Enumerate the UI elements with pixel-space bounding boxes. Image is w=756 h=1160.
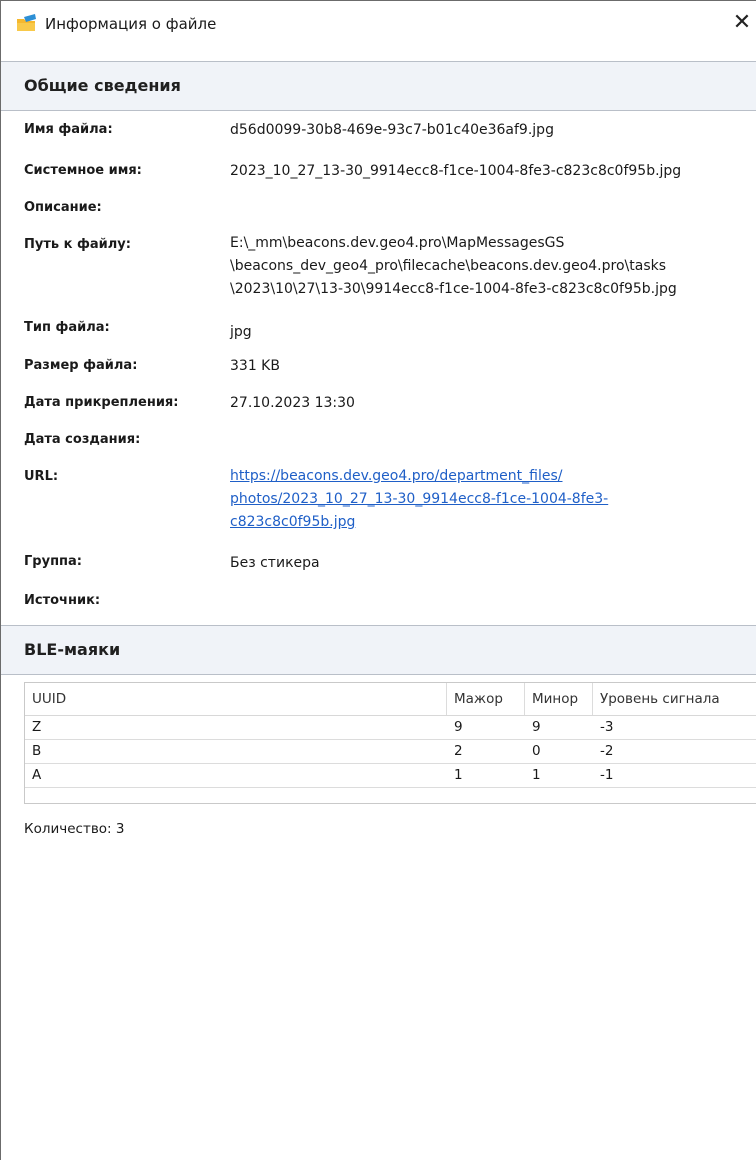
- cell-signal: -2: [600, 743, 614, 759]
- column-header-minor[interactable]: Минор: [525, 683, 593, 715]
- cell-signal: -3: [600, 719, 614, 735]
- cell-minor: 0: [532, 743, 541, 759]
- url-value: https://beacons.dev.geo4.pro/department_…: [230, 465, 608, 534]
- url-label: URL:: [24, 469, 59, 484]
- ble-beacons-table: UUID Мажор Минор Уровень сигнала Z 9 9 -…: [24, 682, 756, 804]
- table-row[interactable]: A 1 1 -1: [25, 764, 756, 788]
- file-name-label: Имя файла:: [24, 122, 113, 137]
- file-path-line: E:\_mm\beacons.dev.geo4.pro\MapMessagesG…: [230, 235, 565, 251]
- general-section-title: Общие сведения: [24, 76, 181, 95]
- cell-major: 2: [454, 743, 463, 759]
- create-date-label: Дата создания:: [24, 432, 141, 447]
- general-section-header: Общие сведения: [1, 61, 756, 111]
- file-path-line: \2023\10\27\13-30\9914ecc8-f1ce-1004-8fe…: [230, 281, 677, 297]
- close-button[interactable]: ✕: [729, 9, 755, 37]
- beacon-count: Количество: 3: [24, 821, 125, 837]
- cell-uuid: Z: [32, 719, 42, 735]
- attach-date-label: Дата прикрепления:: [24, 395, 179, 410]
- file-size-label: Размер файла:: [24, 358, 138, 373]
- file-path-value: E:\_mm\beacons.dev.geo4.pro\MapMessagesG…: [230, 232, 677, 301]
- system-name-label: Системное имя:: [24, 163, 142, 178]
- title-bar: Информация о файле ✕: [1, 1, 756, 47]
- table-row[interactable]: B 2 0 -2: [25, 740, 756, 764]
- table-row[interactable]: Z 9 9 -3: [25, 716, 756, 740]
- group-label: Группа:: [24, 554, 82, 569]
- url-link[interactable]: https://beacons.dev.geo4.pro/department_…: [230, 465, 608, 488]
- cell-uuid: B: [32, 743, 42, 759]
- cell-major: 9: [454, 719, 463, 735]
- ble-section-title: BLE-маяки: [24, 640, 121, 659]
- file-info-window: Информация о файле ✕ Общие сведения Имя …: [0, 0, 756, 1160]
- url-link[interactable]: c823c8c0f95b.jpg: [230, 511, 608, 534]
- attach-date-value: 27.10.2023 13:30: [230, 395, 355, 411]
- source-label: Источник:: [24, 593, 101, 608]
- file-size-value: 331 KB: [230, 358, 280, 374]
- file-path-label: Путь к файлу:: [24, 237, 131, 252]
- cell-signal: -1: [600, 767, 614, 783]
- table-header-row: UUID Мажор Минор Уровень сигнала: [25, 683, 756, 716]
- group-value: Без стикера: [230, 555, 320, 571]
- file-path-line: \beacons_dev_geo4_pro\filecache\beacons.…: [230, 258, 667, 274]
- url-link[interactable]: photos/2023_10_27_13-30_9914ecc8-f1ce-10…: [230, 488, 608, 511]
- cell-uuid: A: [32, 767, 42, 783]
- system-name-value: 2023_10_27_13-30_9914ecc8-f1ce-1004-8fe3…: [230, 163, 682, 179]
- file-type-value: jpg: [230, 324, 252, 340]
- folder-icon: [15, 13, 37, 35]
- file-type-label: Тип файла:: [24, 320, 110, 335]
- description-label: Описание:: [24, 200, 102, 215]
- ble-section-header: BLE-маяки: [1, 625, 756, 675]
- cell-minor: 1: [532, 767, 541, 783]
- file-name-value: d56d0099-30b8-469e-93c7-b01c40e36af9.jpg: [230, 122, 554, 138]
- cell-minor: 9: [532, 719, 541, 735]
- column-header-signal[interactable]: Уровень сигнала: [593, 683, 756, 715]
- column-header-uuid[interactable]: UUID: [25, 683, 447, 715]
- column-header-major[interactable]: Мажор: [447, 683, 525, 715]
- cell-major: 1: [454, 767, 463, 783]
- window-title: Информация о файле: [45, 15, 217, 33]
